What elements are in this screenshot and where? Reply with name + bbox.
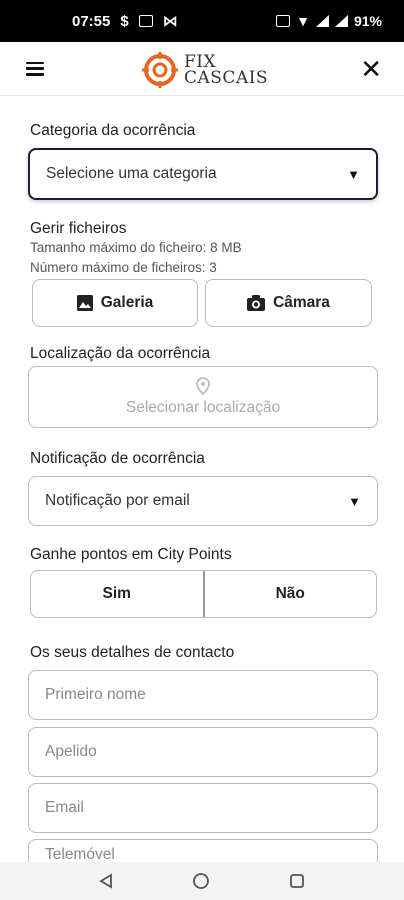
location-placeholder: Selecionar localização	[125, 399, 281, 416]
home-icon[interactable]	[192, 872, 210, 890]
image-icon	[76, 295, 93, 311]
back-icon[interactable]	[99, 873, 113, 889]
gallery-button[interactable]: Galeria	[32, 279, 198, 327]
notification-select[interactable]: Notificação por email ▼	[28, 476, 378, 526]
city-points-no-option[interactable]: Não	[202, 571, 377, 617]
logo-line-2: CASCAIS	[184, 68, 269, 88]
sim-icon	[276, 15, 291, 27]
signal-2-icon	[334, 15, 348, 27]
status-time: 07:55	[72, 12, 111, 30]
notification-select-value: Notificação por email	[45, 492, 190, 509]
dropdown-arrow-icon: ▼	[347, 166, 360, 182]
contact-label: Os seus detalhes de contacto	[30, 644, 235, 661]
signal-icon	[315, 15, 329, 27]
last-name-field[interactable]	[28, 727, 378, 777]
battery-level: 91%	[353, 13, 382, 29]
camera-icon	[247, 295, 266, 311]
email-field[interactable]	[28, 783, 378, 833]
notification-label: Notificação de ocorrência	[30, 450, 205, 467]
category-select-value: Selecione uma categoria	[46, 165, 217, 182]
city-points-toggle: Sim Não	[30, 570, 377, 618]
dropdown-arrow-icon: ▼	[348, 493, 361, 509]
recents-icon[interactable]	[289, 873, 305, 889]
logo-crosshair-icon	[142, 52, 178, 88]
location-pin-icon	[196, 377, 210, 395]
app-logo: FIX CASCAIS	[140, 50, 268, 90]
camera-button-label: Câmara	[273, 294, 330, 311]
mail-icon: ⋈	[162, 13, 178, 30]
notification-icon: $	[120, 12, 129, 30]
location-label: Localização da ocorrência	[30, 345, 211, 362]
first-name-field[interactable]	[28, 670, 378, 720]
city-points-label: Ganhe pontos em City Points	[30, 546, 232, 563]
gallery-button-label: Galeria	[100, 294, 154, 311]
wifi-icon: ▼	[296, 13, 310, 29]
system-nav-bar	[0, 862, 404, 900]
category-label: Categoria da ocorrência	[30, 122, 196, 139]
close-icon[interactable]: ✕	[360, 56, 382, 82]
files-max-size: Tamanho máximo do ficheiro: 8 MB	[30, 240, 242, 255]
files-max-count: Número máximo de ficheiros: 3	[30, 260, 217, 275]
files-label: Gerir ficheiros	[30, 220, 127, 237]
app-bar: FIX CASCAIS ✕	[0, 42, 404, 96]
city-points-yes-option[interactable]: Sim	[31, 571, 203, 617]
status-bar: 07:55 $ ⋈ ▼ 91%	[0, 0, 404, 42]
message-icon	[138, 15, 153, 27]
location-picker[interactable]: Selecionar localização	[28, 366, 378, 428]
camera-button[interactable]: Câmara	[205, 279, 372, 327]
category-select[interactable]: Selecione uma categoria ▼	[28, 148, 378, 200]
menu-icon[interactable]	[26, 61, 44, 76]
